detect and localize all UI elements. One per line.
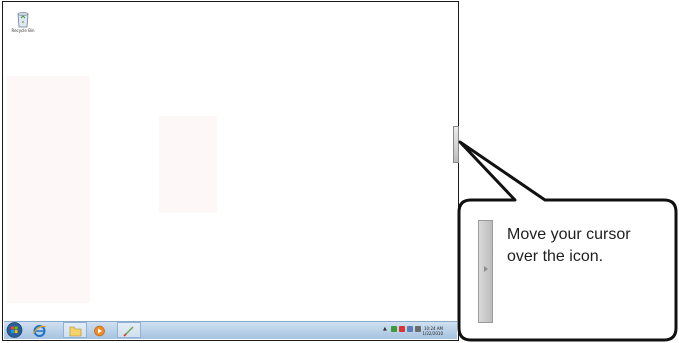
callout-instruction-text: Move your cursor over the icon. <box>507 226 631 265</box>
callout-bubble <box>457 140 678 342</box>
callout-arrow-icon <box>484 266 488 272</box>
